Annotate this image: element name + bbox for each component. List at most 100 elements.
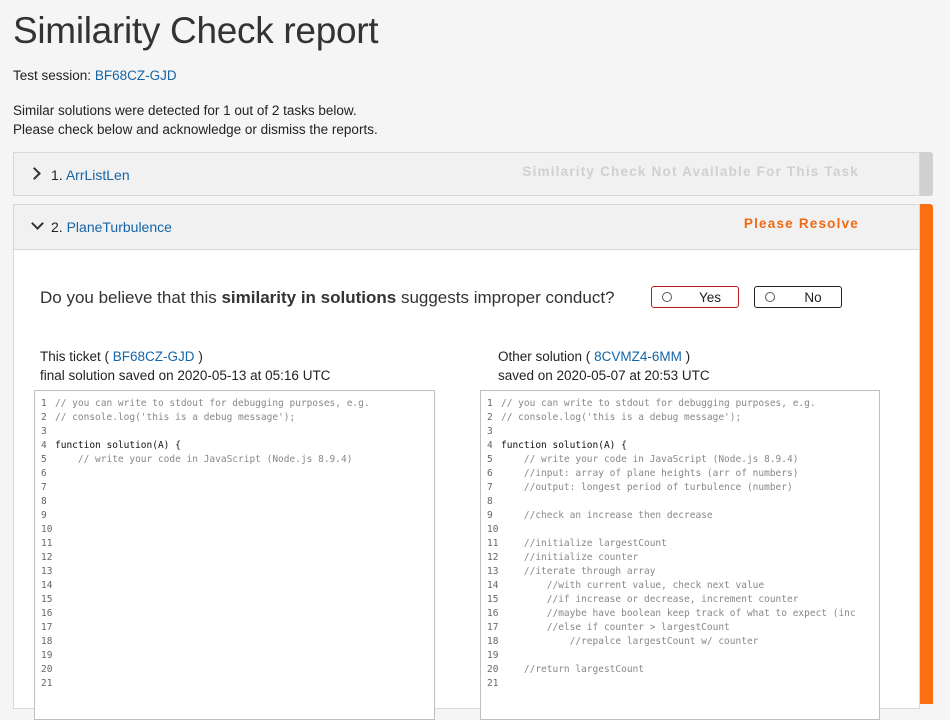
test-session-label: Test session: [13, 68, 92, 83]
line-number: 16 [487, 608, 499, 619]
question-text-bold: similarity in solutions [221, 288, 397, 307]
code-line: 2 // console.log('this is a debug message… [487, 411, 879, 425]
this-ticket-saved: final solution saved on 2020-05-13 at 05… [40, 368, 331, 383]
line-number: 20 [41, 664, 53, 675]
line-number: 12 [487, 552, 499, 563]
task-link-planeturbulence[interactable]: PlaneTurbulence [67, 219, 172, 235]
code-line: 21 [487, 677, 879, 691]
code-text: //input: array of plane heights (arr of … [501, 468, 799, 479]
line-number: 2 [487, 412, 493, 423]
chevron-right-icon[interactable] [28, 167, 41, 180]
code-text: // write your code in JavaScript (Node.j… [501, 454, 799, 465]
code-text: // you can write to stdout for debugging… [55, 398, 370, 409]
code-text: function solution(A) { [55, 440, 181, 451]
code-text: //repalce largestCount w/ counter [501, 636, 759, 647]
chevron-down-icon[interactable] [31, 217, 44, 230]
line-number: 5 [41, 454, 47, 465]
task-title: 1. ArrListLen [51, 167, 130, 183]
other-solution-header: Other solution ( 8CVMZ4-6MM ) saved on 2… [498, 347, 710, 385]
line-number: 9 [487, 510, 493, 521]
line-number: 8 [487, 496, 493, 507]
intro-line-1: Similar solutions were detected for 1 ou… [13, 103, 357, 118]
code-line: 17 [41, 621, 434, 635]
code-text: //if increase or decrease, increment cou… [501, 594, 799, 605]
status-badge: Similarity Check Not Available For This … [522, 164, 859, 179]
line-number: 4 [41, 440, 47, 451]
task-title: 2. PlaneTurbulence [51, 219, 172, 235]
code-text: //maybe have boolean keep track of what … [501, 608, 856, 619]
code-line: 1 // you can write to stdout for debuggin… [41, 397, 434, 411]
line-number: 12 [41, 552, 53, 563]
code-line: 17 //else if counter > largestCount [487, 621, 879, 635]
task-link-arrlistlen[interactable]: ArrListLen [66, 167, 130, 183]
code-text: //with current value, check next value [501, 580, 765, 591]
status-badge: Please Resolve [743, 216, 859, 231]
code-line: 5 // write your code in JavaScript (Node… [487, 453, 879, 467]
line-number: 9 [41, 510, 47, 521]
this-ticket-prefix: This ticket ( [40, 349, 110, 364]
line-number: 6 [487, 468, 493, 479]
line-number: 14 [487, 580, 499, 591]
this-ticket-link[interactable]: BF68CZ-GJD [113, 349, 195, 364]
code-text: // console.log('this is a debug message'… [501, 412, 742, 423]
task-detail: Do you believe that this similarity in s… [13, 249, 920, 720]
code-line: 11 [41, 537, 434, 551]
code-line: 16 //maybe have boolean keep track of wh… [487, 607, 879, 621]
other-solution-suffix: ) [685, 349, 691, 364]
line-number: 21 [487, 678, 499, 689]
line-number: 1 [487, 398, 493, 409]
other-solution-saved: saved on 2020-05-07 at 20:53 UTC [498, 368, 710, 383]
status-bar-orange [920, 204, 933, 704]
code-line: 15 [41, 593, 434, 607]
line-number: 18 [487, 636, 499, 647]
code-text: //output: longest period of turbulence (… [501, 482, 793, 493]
code-line: 8 [487, 495, 879, 509]
code-line: 20 [41, 663, 434, 677]
code-text: // console.log('this is a debug message'… [55, 412, 296, 423]
this-ticket-suffix: ) [198, 349, 203, 364]
code-viewer-other-solution[interactable]: 1 // you can write to stdout for debuggin… [480, 390, 880, 720]
intro-line-2: Please check below and acknowledge or di… [13, 122, 378, 137]
code-line: 10 [487, 523, 879, 537]
code-line: 14 [41, 579, 434, 593]
status-bar-grey [920, 152, 933, 196]
conduct-question: Do you believe that this similarity in s… [40, 288, 615, 308]
code-text: function solution(A) { [501, 440, 627, 451]
code-line: 6 [41, 467, 434, 481]
task-number: 2. [51, 219, 63, 235]
line-number: 10 [487, 524, 499, 535]
line-number: 19 [487, 650, 499, 661]
test-session-link[interactable]: BF68CZ-GJD [95, 68, 177, 83]
code-line: 7 [41, 481, 434, 495]
line-number: 18 [41, 636, 53, 647]
code-viewer-this-ticket[interactable]: 1 // you can write to stdout for debuggin… [34, 390, 435, 720]
code-line: 19 [487, 649, 879, 663]
no-label: No [804, 290, 822, 305]
code-line: 5 // write your code in JavaScript (Node… [41, 453, 434, 467]
line-number: 3 [487, 426, 493, 437]
page-title: Similarity Check report [13, 10, 379, 51]
line-number: 3 [41, 426, 47, 437]
line-number: 5 [487, 454, 493, 465]
line-number: 19 [41, 650, 53, 661]
other-solution-link[interactable]: 8CVMZ4-6MM [594, 349, 682, 364]
code-line: 19 [41, 649, 434, 663]
line-number: 21 [41, 678, 53, 689]
test-session: Test session: BF68CZ-GJD [13, 68, 177, 83]
no-radio[interactable]: No [754, 286, 842, 308]
line-number: 7 [487, 482, 493, 493]
task-panel-planeturbulence[interactable]: 2. PlaneTurbulence Please Resolve [13, 204, 920, 250]
code-block: 1 // you can write to stdout for debuggin… [481, 391, 879, 691]
code-line: 12 //initialize counter [487, 551, 879, 565]
code-line: 20 //return largestCount [487, 663, 879, 677]
code-line: 3 [41, 425, 434, 439]
code-line: 2 // console.log('this is a debug message… [41, 411, 434, 425]
this-ticket-header: This ticket ( BF68CZ-GJD ) final solutio… [40, 347, 330, 385]
code-text: //initialize largestCount [501, 538, 667, 549]
yes-radio[interactable]: Yes [651, 286, 739, 308]
code-line: 4 function solution(A) { [487, 439, 879, 453]
task-panel-arrlistlen[interactable]: 1. ArrListLen Similarity Check Not Avail… [13, 152, 920, 196]
line-number: 11 [487, 538, 499, 549]
code-text: //check an increase then decrease [501, 510, 713, 521]
code-line: 10 [41, 523, 434, 537]
